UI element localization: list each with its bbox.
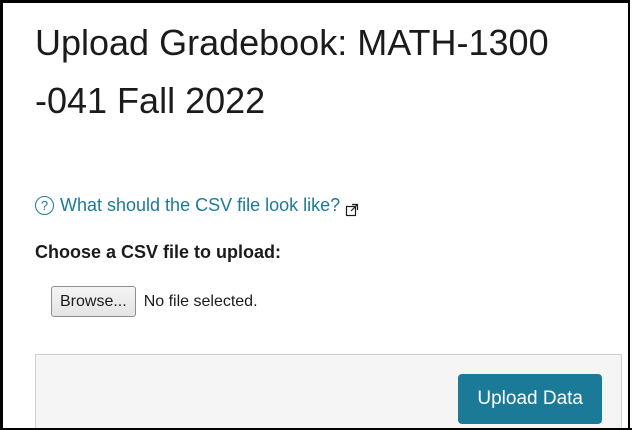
page-title: Upload Gradebook: MATH-1300 -041 Fall 20…: [35, 22, 549, 121]
browse-button[interactable]: Browse...: [51, 286, 136, 317]
upload-data-button[interactable]: Upload Data: [458, 374, 602, 424]
csv-help-link-text: What should the CSV file look like?: [60, 195, 341, 215]
external-link-icon: [345, 198, 359, 217]
file-status-text: No file selected.: [143, 292, 258, 310]
form-footer: Upload Data: [35, 354, 622, 430]
file-upload-label: Choose a CSV file to upload:: [35, 242, 282, 262]
csv-help-link[interactable]: ? What should the CSV file look like?: [35, 192, 359, 218]
file-input[interactable]: Browse... No file selected.: [51, 286, 258, 317]
question-circle-icon: ?: [35, 195, 54, 215]
